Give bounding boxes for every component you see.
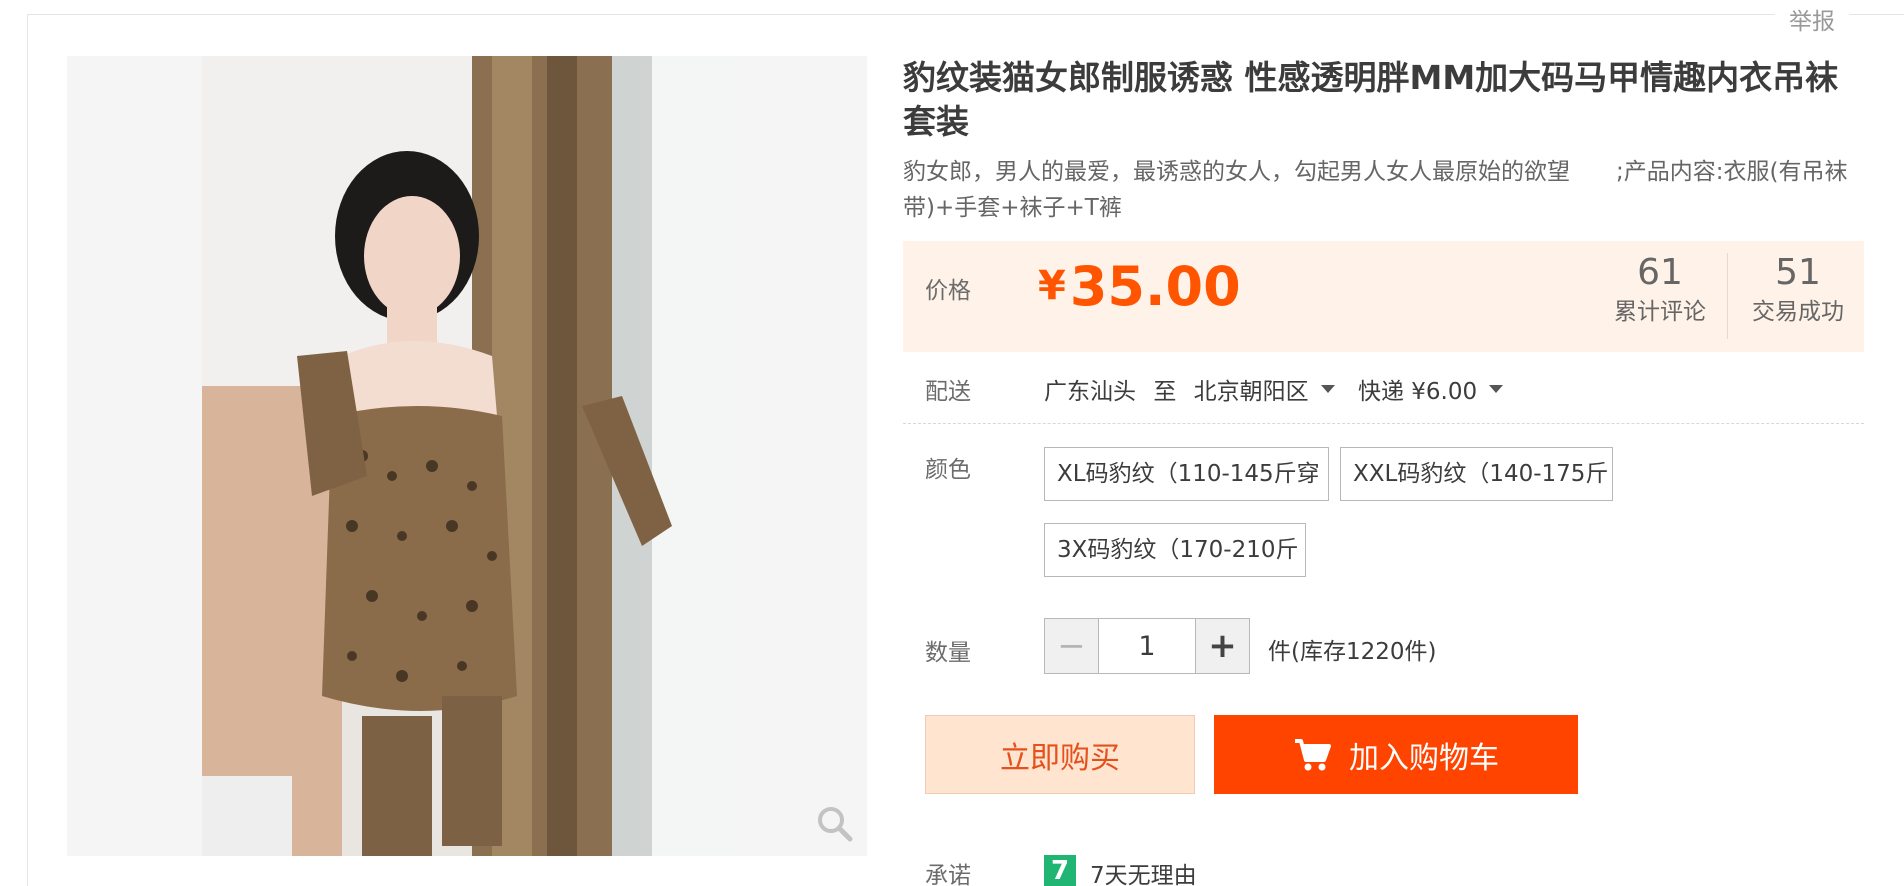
product-photo-image xyxy=(202,56,735,856)
reviews-stat[interactable]: 61 累计评论 xyxy=(1595,251,1725,329)
price-value: ¥35.00 xyxy=(1038,255,1241,318)
price-amount: 35.00 xyxy=(1069,255,1241,318)
product-gallery xyxy=(67,56,867,856)
stock-info: 件(库存1220件) xyxy=(1268,639,1437,665)
reviews-label: 累计评论 xyxy=(1614,299,1706,325)
quantity-stepper: − + xyxy=(1044,618,1250,674)
shipping-destination[interactable]: 北京朝阳区 xyxy=(1194,379,1309,405)
seven-day-return-icon: 7 xyxy=(1044,855,1076,886)
currency-symbol: ¥ xyxy=(1038,263,1066,309)
product-info: 豹纹装猫女郎制服诱惑 性感透明胖MM加大码马甲情趣内衣吊袜套装 豹女郎，男人的最… xyxy=(903,56,1863,226)
stat-divider xyxy=(1727,253,1728,339)
report-link[interactable]: 举报 xyxy=(1775,2,1849,36)
magnifier-icon[interactable] xyxy=(815,804,855,844)
buy-now-button[interactable]: 立即购买 xyxy=(925,715,1195,794)
shipping-origin: 广东汕头 xyxy=(1044,379,1136,405)
color-option[interactable]: 3X码豹纹（170-210斤 xyxy=(1044,523,1306,577)
sales-count: 51 xyxy=(1775,252,1821,293)
promise-label: 承诺 xyxy=(925,863,971,886)
sales-stat: 51 交易成功 xyxy=(1733,251,1863,329)
product-title: 豹纹装猫女郎制服诱惑 性感透明胖MM加大码马甲情趣内衣吊袜套装 xyxy=(903,58,1839,141)
decrease-button[interactable]: − xyxy=(1045,619,1099,673)
add-to-cart-label: 加入购物车 xyxy=(1349,740,1499,776)
caret-down-icon[interactable] xyxy=(1489,385,1504,393)
divider xyxy=(903,423,1864,424)
shipping-method[interactable]: 快递 ¥6.00 xyxy=(1358,379,1477,405)
product-photo[interactable] xyxy=(202,56,735,856)
cart-icon xyxy=(1295,738,1331,770)
shipping-label: 配送 xyxy=(925,379,971,405)
caret-down-icon[interactable] xyxy=(1320,385,1335,393)
shipping-to: 至 xyxy=(1153,379,1177,405)
price-panel: 价格 ¥35.00 61 累计评论 51 交易成功 xyxy=(903,241,1864,352)
quantity-label: 数量 xyxy=(925,640,971,666)
promise-text[interactable]: 7天无理由 xyxy=(1090,856,1197,886)
increase-button[interactable]: + xyxy=(1195,619,1249,673)
quantity-input[interactable] xyxy=(1099,619,1195,673)
shipping-row: 广东汕头 至 北京朝阳区 快递 ¥6.00 xyxy=(1044,372,1519,406)
price-label: 价格 xyxy=(925,278,971,304)
add-to-cart-button[interactable]: 加入购物车 xyxy=(1214,715,1578,794)
reviews-count: 61 xyxy=(1637,252,1683,293)
product-subtitle: 豹女郎，男人的最爱，最诱惑的女人，勾起男人女人最原始的欲望 ;产品内容:衣服(有… xyxy=(903,159,1848,221)
sales-label: 交易成功 xyxy=(1752,299,1844,325)
color-label: 颜色 xyxy=(925,457,971,483)
color-option[interactable]: XL码豹纹（110-145斤穿 xyxy=(1044,447,1329,501)
color-option[interactable]: XXL码豹纹（140-175斤 xyxy=(1340,447,1613,501)
